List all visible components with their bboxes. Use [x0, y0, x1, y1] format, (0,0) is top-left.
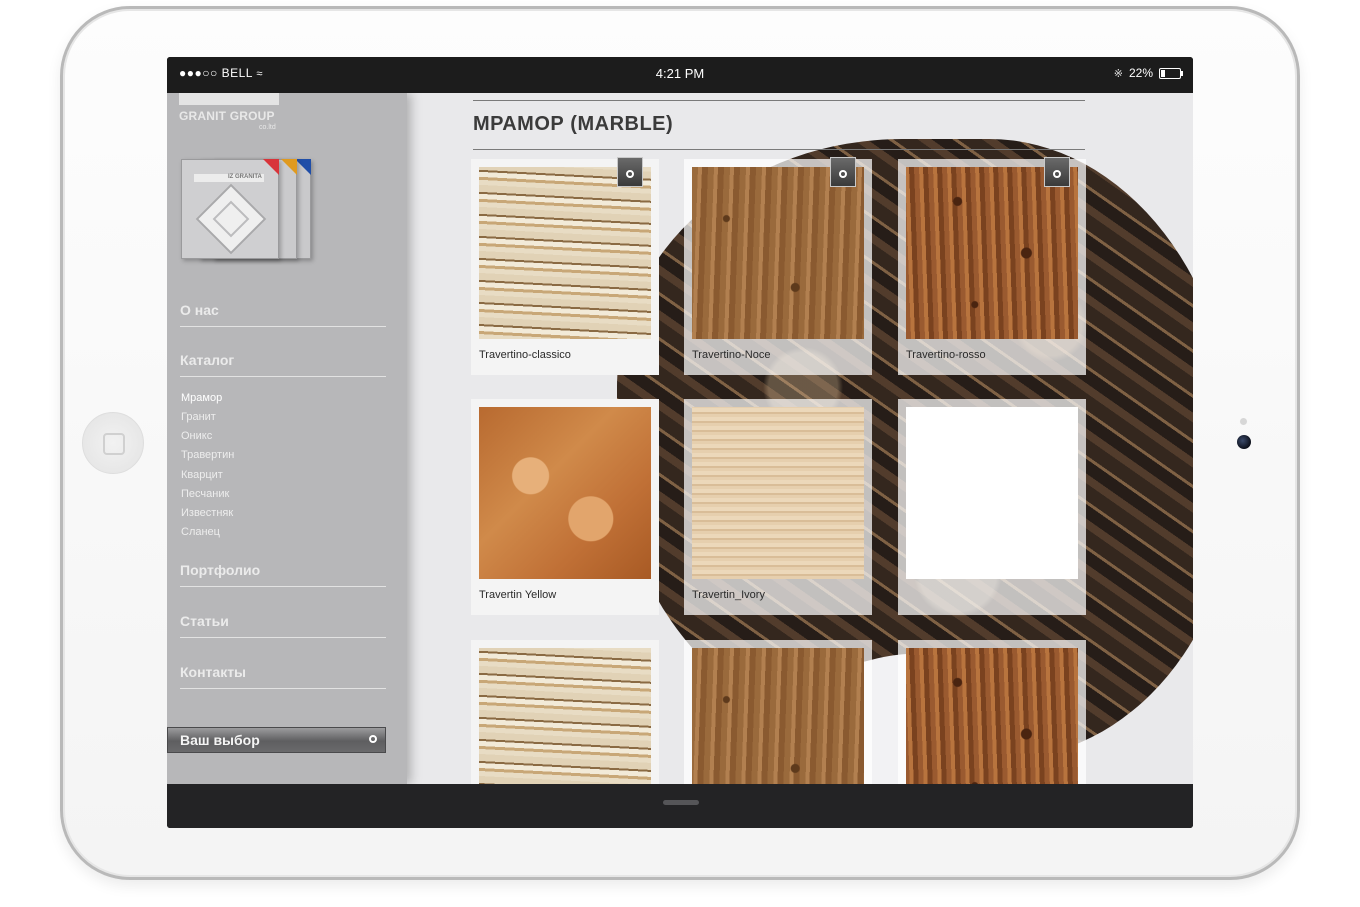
nav-contacts[interactable]: Контакты	[180, 664, 386, 689]
catalog-item-sandstone[interactable]: Песчаник	[181, 488, 229, 500]
book-red: IZ GRANITA	[181, 159, 279, 259]
catalog-item-granite[interactable]: Гранит	[181, 411, 216, 423]
main-panel: МРАМОР (MARBLE) Travertino-classico Trave…	[407, 93, 1193, 784]
product-card[interactable]: Travertino-Noce	[684, 157, 872, 375]
brand-logo[interactable]: GRANIT GROUP co.ltd	[177, 93, 287, 137]
gem-logo-icon	[195, 183, 267, 255]
nav-portfolio[interactable]: Портфолио	[180, 562, 386, 587]
add-to-choice-icon[interactable]	[830, 157, 856, 187]
product-swatch-image	[479, 167, 651, 339]
battery-percent: 22%	[1128, 66, 1153, 80]
battery-icon	[1159, 67, 1183, 79]
logo-name: GRANIT GROUP	[179, 109, 275, 123]
sidebar: GRANIT GROUP co.ltd IZ GRANITA О нас Кат…	[167, 93, 407, 784]
choice-dot-icon	[369, 735, 377, 743]
page-title: МРАМОР (MARBLE)	[473, 113, 674, 135]
product-card[interactable]	[471, 640, 659, 784]
product-swatch-image	[692, 167, 864, 339]
clock: 4:21 PM	[655, 66, 705, 81]
catalog-item-marble[interactable]: Мрамор	[181, 392, 222, 404]
catalog-books-image[interactable]: IZ GRANITA	[181, 159, 311, 263]
product-card[interactable]: Travertin_Ivory	[684, 399, 872, 615]
status-right: ※ 22%	[1113, 66, 1183, 80]
add-to-choice-icon[interactable]	[617, 157, 643, 187]
catalog-item-slate[interactable]: Сланец	[181, 526, 220, 538]
product-swatch-image	[906, 407, 1078, 579]
bluetooth-icon: ※	[1113, 67, 1123, 80]
product-name: Travertin Yellow	[479, 589, 557, 601]
product-card[interactable]	[898, 640, 1086, 784]
screen: ●●●○○ BELL ≈ 4:21 PM ※ 22% МРАМОР (MARBL…	[167, 57, 1193, 828]
catalog-item-travertine[interactable]: Травертин	[181, 449, 234, 461]
product-card[interactable]	[684, 640, 872, 784]
product-name: Travertin_Ivory	[692, 589, 765, 601]
product-card[interactable]: Travertin Yellow	[471, 399, 659, 615]
product-swatch-image	[479, 407, 651, 579]
camera-icon	[1237, 435, 1251, 449]
sensor-dot	[1240, 418, 1247, 425]
product-name: Travertino-classico	[479, 349, 571, 361]
book-label: IZ GRANITA	[228, 174, 262, 180]
nav-articles[interactable]: Статьи	[180, 613, 386, 638]
home-square-icon	[103, 433, 125, 455]
title-divider-top	[473, 100, 1085, 101]
home-button[interactable]	[82, 412, 144, 474]
logo-suffix: co.ltd	[259, 124, 276, 131]
add-to-choice-icon[interactable]	[1044, 157, 1070, 187]
product-swatch-image	[692, 407, 864, 579]
app-content: МРАМОР (MARBLE) Travertino-classico Trave…	[167, 93, 1193, 784]
product-card[interactable]: Travertino-classico	[471, 157, 659, 375]
product-swatch-image	[479, 648, 651, 784]
title-divider-bottom	[473, 149, 1085, 150]
product-name: Travertino-Noce	[692, 349, 771, 361]
your-choice-button[interactable]: Ваш выбор	[167, 727, 386, 753]
product-card[interactable]	[898, 399, 1086, 615]
your-choice-label: Ваш выбор	[180, 732, 260, 748]
product-name: Travertino-rosso	[906, 349, 986, 361]
product-card[interactable]: Travertino-rosso	[898, 157, 1086, 375]
bottom-bar	[167, 784, 1193, 828]
product-swatch-image	[906, 648, 1078, 784]
catalog-item-quartzite[interactable]: Кварцит	[181, 469, 223, 481]
battery-fill	[1161, 69, 1165, 77]
catalog-item-limestone[interactable]: Известняк	[181, 507, 233, 519]
product-swatch-image	[906, 167, 1078, 339]
drag-handle[interactable]	[663, 800, 699, 805]
nav-about[interactable]: О нас	[180, 302, 386, 327]
catalog-item-onyx[interactable]: Оникс	[181, 430, 212, 442]
status-bar: ●●●○○ BELL ≈ 4:21 PM ※ 22%	[167, 57, 1193, 93]
nav-catalog[interactable]: Каталог	[180, 352, 386, 377]
logo-bar	[179, 93, 279, 105]
product-swatch-image	[692, 648, 864, 784]
